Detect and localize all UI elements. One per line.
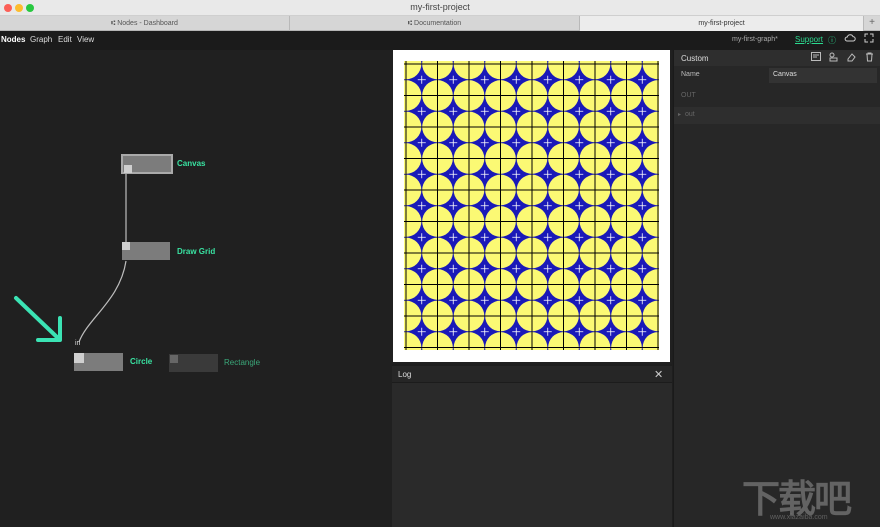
window-title: my-first-project (410, 2, 470, 12)
circle-node-port[interactable] (74, 353, 84, 363)
inspector-title: Custom (681, 54, 709, 63)
rectangle-node-label: Rectangle (224, 358, 261, 367)
canvas-node[interactable] (121, 154, 173, 174)
app-toolbar: Nodes Graph Edit View my-first-graph* Su… (0, 31, 880, 50)
menu-edit[interactable]: Edit (58, 35, 72, 44)
tab-documentation[interactable]: ⑆ Documentation (290, 16, 580, 31)
eraser-icon[interactable] (845, 52, 857, 64)
tab-bar: ⑆ Nodes - Dashboard ⑆ Documentation my-f… (0, 16, 880, 31)
title-bar: my-first-project (0, 0, 880, 16)
trash-icon[interactable] (863, 52, 875, 64)
code-view-icon[interactable] (810, 52, 822, 64)
name-label: Name (681, 71, 700, 78)
name-row: Name Canvas (674, 67, 880, 84)
log-panel: Log ✕ (392, 366, 672, 527)
app-window: my-first-project ⑆ Nodes - Dashboard ⑆ D… (0, 0, 880, 527)
draw-grid-node[interactable] (122, 242, 170, 260)
canvas-node-port[interactable] (124, 165, 132, 173)
draw-grid-node-port[interactable] (122, 242, 130, 250)
graph-name: my-first-graph* (732, 36, 778, 43)
circle-node-label: Circle (130, 357, 153, 366)
support-link[interactable]: Support (795, 35, 823, 44)
menu-graph[interactable]: Graph (30, 35, 52, 44)
canvas-preview[interactable] (393, 50, 670, 362)
grid-pattern-preview (404, 61, 659, 350)
tab-nodes-dashboard[interactable]: ⑆ Nodes - Dashboard (0, 16, 290, 31)
out-section-label: OUT (681, 92, 696, 99)
share-node-icon[interactable] (828, 52, 840, 64)
out-port-label: out (685, 111, 695, 118)
canvas-node-label: Canvas (177, 159, 206, 168)
preview-panel (392, 50, 672, 364)
draw-grid-node-label: Draw Grid (177, 247, 216, 256)
new-tab-button[interactable]: + (864, 16, 880, 31)
menu-nodes[interactable]: Nodes (1, 35, 25, 44)
watermark-url: www.xiazaiba.com (770, 514, 828, 521)
help-icon[interactable]: ⓘ (828, 35, 836, 46)
cloud-icon[interactable] (843, 33, 857, 47)
node-wires (78, 171, 127, 343)
close-icon[interactable]: ✕ (654, 368, 663, 381)
inspector-panel: Custom Name Canvas OUT ▸ out (673, 50, 880, 527)
name-field[interactable]: Canvas (769, 68, 877, 83)
rectangle-node-port[interactable] (170, 355, 178, 363)
circle-in-port-label: in (75, 340, 81, 347)
out-port-row[interactable]: ▸ out (674, 107, 880, 124)
log-header: Log ✕ (392, 366, 672, 383)
out-section-row: OUT (674, 88, 880, 105)
circle-node[interactable] (74, 353, 123, 371)
expand-icon[interactable]: ▸ (678, 111, 681, 118)
fullscreen-icon[interactable] (862, 33, 876, 47)
tab-my-first-project[interactable]: my-first-project (580, 16, 864, 31)
node-editor[interactable]: Canvas Draw Grid in Circle Rectangle (0, 50, 392, 527)
arrow-icon (14, 296, 62, 342)
inspector-header: Custom (674, 50, 880, 66)
log-title: Log (398, 370, 412, 379)
menu-view[interactable]: View (77, 35, 94, 44)
circle-grid-graphic (404, 61, 659, 350)
rectangle-node[interactable] (169, 354, 218, 372)
